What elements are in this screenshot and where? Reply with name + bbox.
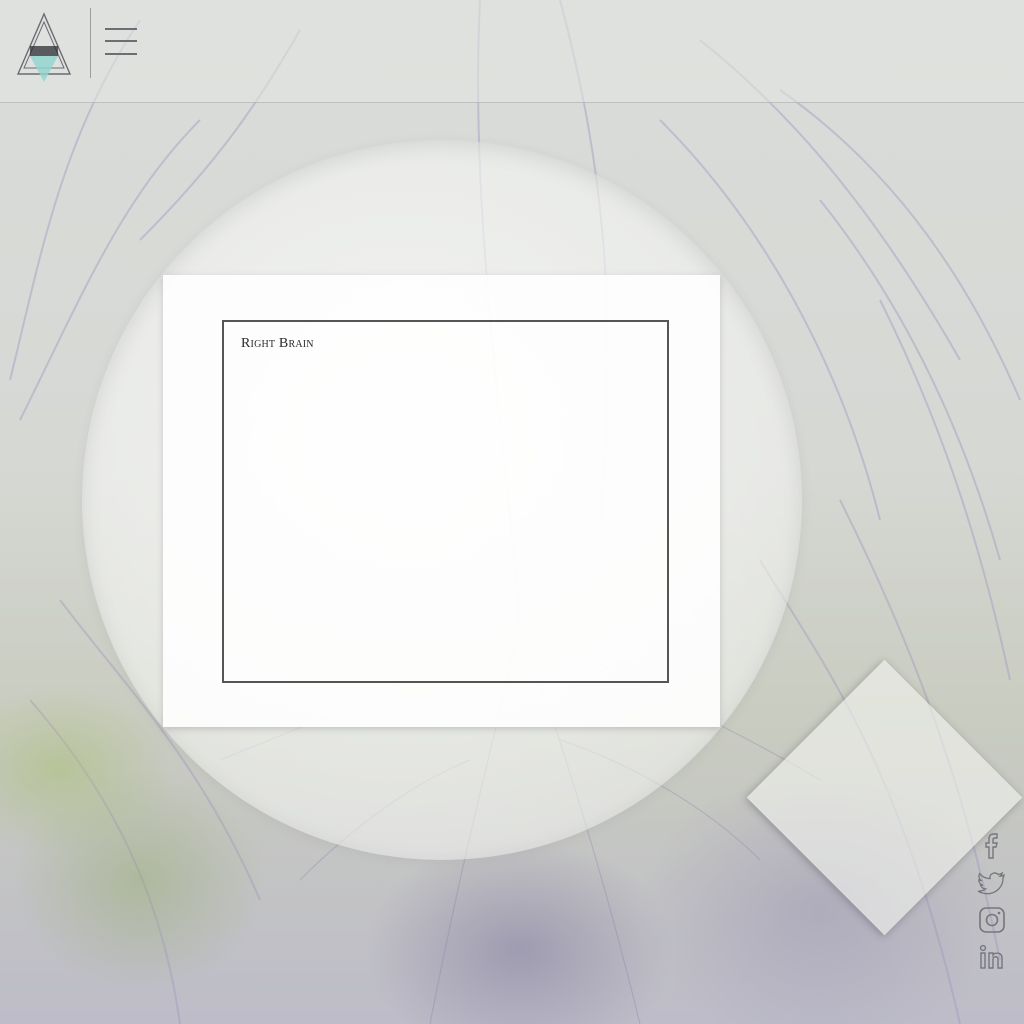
linkedin-icon[interactable] (976, 941, 1008, 973)
header-divider (90, 8, 91, 78)
instagram-icon[interactable] (976, 904, 1008, 936)
facebook-icon[interactable] (976, 830, 1008, 862)
twitter-icon[interactable] (976, 867, 1008, 899)
top-header (0, 0, 1024, 103)
content-card: Right Brain (163, 275, 720, 727)
content-frame: Right Brain (222, 320, 669, 683)
hamburger-menu-icon[interactable] (103, 24, 139, 60)
triangle-logo-icon[interactable] (14, 12, 74, 84)
content-title: Right Brain (241, 336, 314, 351)
page: Right Brain (0, 0, 1024, 1024)
social-links (976, 830, 1008, 978)
